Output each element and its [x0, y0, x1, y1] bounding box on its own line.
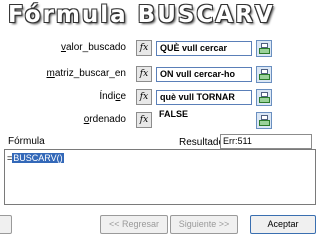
indice-input[interactable]: què vull TORNAR — [156, 90, 252, 105]
fx-button-indice[interactable]: fx — [136, 89, 152, 105]
fx-button-ordenado[interactable]: fx — [136, 112, 152, 128]
formula-editor[interactable]: =BUSCARV() — [4, 149, 316, 205]
matriz-buscar-en-input[interactable]: ON vull cercar-ho — [156, 67, 252, 82]
fx-button-valor-buscado[interactable]: fx — [136, 40, 152, 56]
fx-button-matriz-buscar-en[interactable]: fx — [136, 66, 152, 82]
page-title: Fórmula BUSCARV — [8, 2, 275, 28]
valor-buscado-input[interactable]: QUÈ vull cercar — [156, 41, 252, 56]
arg-label-matriz-buscar-en: matriz_buscar_en — [46, 68, 127, 79]
shrink-icon[interactable] — [256, 89, 272, 106]
arg-label-ordenado: ordenado — [83, 114, 126, 125]
back-button[interactable]: << Regresar — [100, 215, 168, 234]
formula-label: Fórmula — [8, 136, 45, 147]
formula-text[interactable]: =BUSCARV() — [7, 152, 64, 165]
formula-selection: BUSCARV() — [12, 153, 64, 163]
result-label: Resultado — [179, 137, 225, 148]
shrink-icon[interactable] — [256, 112, 272, 129]
arg-label-indice: Índice — [99, 91, 126, 102]
shrink-icon[interactable] — [256, 66, 272, 83]
accept-button[interactable]: Aceptar — [250, 215, 316, 234]
help-button[interactable] — [0, 215, 12, 234]
shrink-icon[interactable] — [256, 40, 272, 57]
arg-label-valor-buscado: valor_buscado — [60, 42, 126, 53]
next-button[interactable]: Siguiente >> — [170, 215, 238, 234]
ordenado-input[interactable]: FALSE — [156, 108, 252, 123]
result-value: Err:511 — [220, 134, 312, 149]
